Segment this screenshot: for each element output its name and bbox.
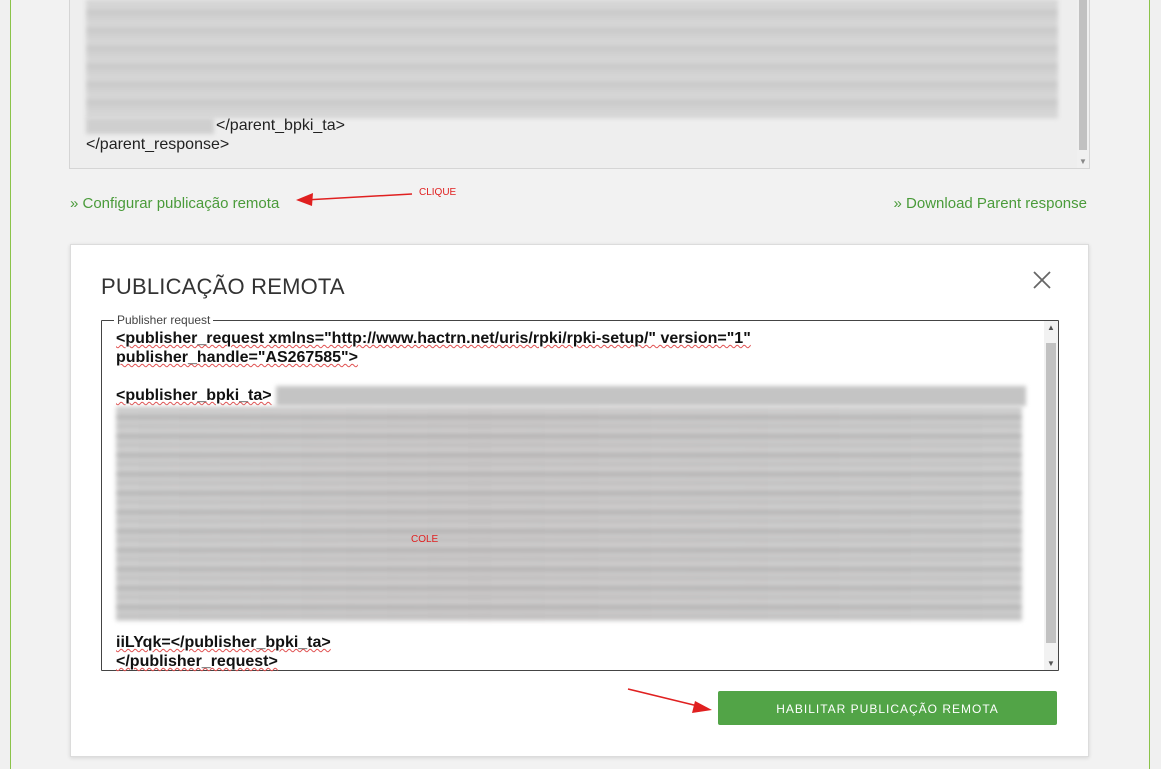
modal-title: PUBLICAÇÃO REMOTA (101, 274, 345, 299)
publisher-request-fieldset: Publisher request <publisher_request xml… (101, 313, 1059, 671)
request-line-3: <publisher_bpki_ta> (116, 387, 272, 404)
configure-remote-publication-link[interactable]: » Configurar publicação remota (70, 195, 279, 212)
request-scroll-thumb[interactable] (1046, 343, 1056, 643)
scroll-down-icon[interactable]: ▼ (1047, 659, 1055, 668)
publisher-request-textarea[interactable]: <publisher_request xmlns="http://www.hac… (116, 329, 1036, 670)
redacted-cert-first-line (276, 386, 1026, 406)
download-parent-response-link[interactable]: » Download Parent response (894, 195, 1087, 212)
redacted-response-tail (86, 118, 214, 134)
response-scrollbar[interactable]: ▼ (1077, 0, 1089, 168)
enable-remote-publication-button[interactable]: HABILITAR PUBLICAÇÃO REMOTA (718, 691, 1057, 725)
response-close-tag: </parent_response> (86, 136, 230, 153)
response-close-bpki: </parent_bpki_ta> (216, 117, 345, 134)
parent-response-textarea[interactable]: </parent_bpki_ta> </parent_response> ▼ (69, 0, 1090, 169)
scroll-down-icon[interactable]: ▼ (1079, 157, 1087, 166)
annotation-clique: CLIQUE (419, 187, 457, 198)
request-scrollbar[interactable]: ▲ ▼ (1044, 321, 1058, 670)
response-scroll-thumb[interactable] (1079, 0, 1087, 150)
request-line-last: iiLYqk=</publisher_bpki_ta> (116, 634, 331, 651)
close-icon[interactable] (1031, 269, 1053, 291)
redacted-response-content (86, 0, 1058, 118)
redacted-certificate (116, 407, 1022, 621)
request-line-2: publisher_handle="AS267585"> (116, 349, 358, 366)
remote-publication-modal: PUBLICAÇÃO REMOTA Publisher request <pub… (70, 244, 1089, 757)
request-line-close: </publisher_request> (116, 653, 278, 670)
publisher-request-legend: Publisher request (114, 313, 214, 327)
request-line-1: <publisher_request xmlns="http://www.hac… (116, 330, 751, 347)
annotation-cole: COLE (411, 534, 439, 545)
scroll-up-icon[interactable]: ▲ (1047, 323, 1055, 332)
